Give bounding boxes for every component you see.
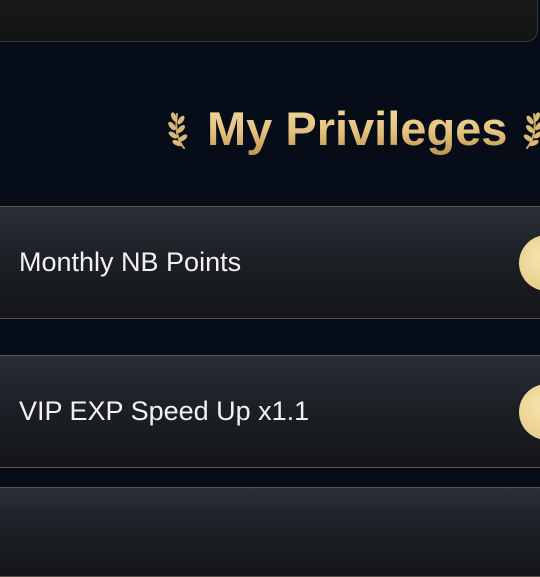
privilege-label: Monthly NB Points xyxy=(19,247,242,277)
privilege-card-partial[interactable] xyxy=(0,487,540,577)
privilege-label: VIP EXP Speed Up x1.1 xyxy=(19,396,310,426)
gold-coin-icon xyxy=(519,384,540,440)
previous-card xyxy=(0,0,538,42)
laurel-left-icon xyxy=(168,112,188,149)
privileges-header: My Privileges xyxy=(0,98,540,162)
laurel-right-icon xyxy=(523,112,540,149)
page-title: My Privileges xyxy=(207,100,507,158)
gold-coin-icon xyxy=(519,235,540,291)
privilege-card-vip-exp-speed-up[interactable]: VIP EXP Speed Up x1.1 xyxy=(0,355,540,468)
privilege-card-monthly-nb-points[interactable]: Monthly NB Points xyxy=(0,206,540,319)
